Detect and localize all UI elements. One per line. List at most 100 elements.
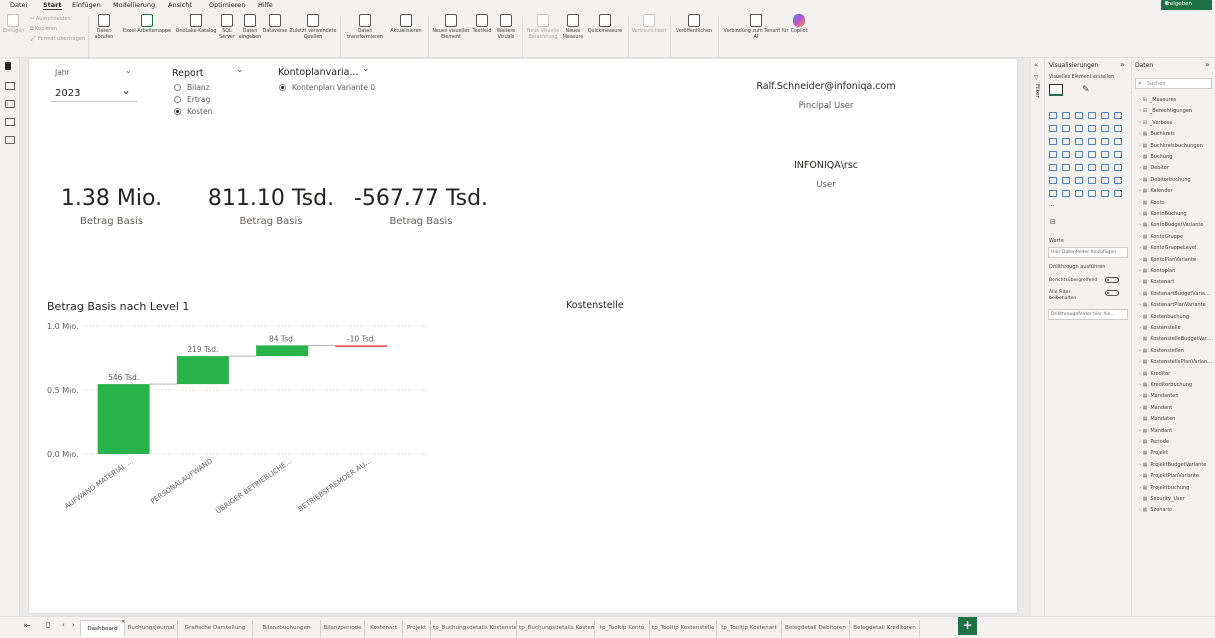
visual-type-icon[interactable] bbox=[1062, 151, 1070, 158]
jahr-dropdown[interactable]: 2023 ⌄ bbox=[51, 83, 137, 102]
data-field-item[interactable]: › ▦ Kostenbuchung bbox=[1139, 314, 1215, 320]
visual-type-icon[interactable] bbox=[1062, 138, 1070, 145]
visual-type-icon[interactable] bbox=[1101, 190, 1109, 197]
visual-type-icon[interactable] bbox=[1114, 190, 1122, 197]
data-field-item[interactable]: › ▦ KontoBuchung bbox=[1139, 211, 1215, 217]
data-field-item[interactable]: › ▦ Mandaten bbox=[1139, 416, 1215, 422]
visual-type-icon[interactable] bbox=[1062, 177, 1070, 184]
tmdl-view-icon[interactable] bbox=[5, 136, 15, 144]
page-tab[interactable]: tp_Tooltip Kostenart bbox=[717, 620, 782, 637]
data-field-item[interactable]: › ⊞ _Measures bbox=[1139, 97, 1215, 103]
visual-type-icon[interactable] bbox=[1075, 151, 1083, 158]
visual-type-icon[interactable] bbox=[1088, 190, 1096, 197]
add-page-button[interactable]: + bbox=[958, 617, 977, 635]
visual-type-icon[interactable] bbox=[1088, 164, 1096, 171]
waterfall-chart[interactable]: 0.0 Mio. 0.5 Mio. 1.0 Mio. 546 Tsd. AUFWAND … bbox=[29, 309, 429, 519]
connect-tenant-button[interactable]: Verbindung zum Tenant für AI bbox=[722, 14, 790, 40]
data-field-item[interactable]: › ▦ Mandant bbox=[1139, 428, 1215, 434]
visual-type-icon[interactable] bbox=[1114, 151, 1122, 158]
publish-button[interactable]: Veröffentlichen bbox=[674, 14, 714, 35]
page-tab[interactable]: tp_Tooltip Kostenstelle bbox=[650, 620, 717, 637]
data-field-item[interactable]: › ▦ Mandanten bbox=[1139, 393, 1215, 399]
drillthrough-drop-zone[interactable]: Drillthroughfelder hier hin... bbox=[1048, 309, 1128, 320]
data-field-item[interactable]: › ▦ ProjektPlanVariante bbox=[1139, 473, 1215, 479]
data-field-item[interactable]: › ▦ Konto bbox=[1139, 200, 1215, 206]
visual-type-icon[interactable] bbox=[1062, 112, 1070, 119]
data-field-item[interactable]: › ▦ Kreditor bbox=[1139, 371, 1215, 377]
data-field-item[interactable]: › ▦ Security_User bbox=[1139, 496, 1215, 502]
visual-type-icon[interactable] bbox=[1088, 138, 1096, 145]
page-tab[interactable]: Buchungsjournal bbox=[125, 620, 178, 637]
page-tab[interactable]: Kostenart bbox=[365, 620, 403, 637]
recent-sources-button[interactable]: Zuletzt verwendete Quellen bbox=[288, 14, 338, 40]
copilot-button[interactable]: Copilot bbox=[786, 14, 812, 35]
refresh-button[interactable]: Aktualisieren bbox=[387, 14, 425, 35]
excel-workbook-button[interactable]: Excel-Arbeitsmappe bbox=[120, 14, 174, 35]
format-visual-icon[interactable]: ✎ bbox=[1082, 85, 1090, 95]
page-tab[interactable]: tp_Buchungsdetails Kostenstelle bbox=[431, 620, 517, 637]
data-field-item[interactable]: › ▦ Kontoplan bbox=[1139, 268, 1215, 274]
visual-type-icon[interactable] bbox=[1075, 138, 1083, 145]
page-tab[interactable]: Dashboard bbox=[80, 620, 125, 637]
visual-type-icon[interactable] bbox=[1049, 125, 1057, 132]
format-painter-button[interactable]: 🖌 Format übertragen bbox=[30, 36, 85, 42]
cut-button[interactable]: ✂ Ausschneiden bbox=[30, 16, 71, 22]
radio-kontenplan-variante-0[interactable] bbox=[279, 84, 286, 91]
visual-type-icon[interactable] bbox=[1049, 190, 1057, 197]
expand-icon[interactable]: » bbox=[1120, 60, 1125, 69]
visual-type-icon[interactable] bbox=[1062, 190, 1070, 197]
visual-type-icon[interactable] bbox=[1075, 112, 1083, 119]
radio-bilanz[interactable] bbox=[174, 84, 181, 91]
menu-einfuegen[interactable]: Einfügen bbox=[72, 1, 101, 9]
copy-button[interactable]: ⧉ Kopieren bbox=[30, 26, 57, 32]
visual-type-icon[interactable] bbox=[1101, 177, 1109, 184]
filter-pane-collapsed[interactable]: « ▽ Filter bbox=[1030, 58, 1044, 616]
visual-type-icon[interactable] bbox=[1088, 177, 1096, 184]
visual-type-icon[interactable] bbox=[1101, 112, 1109, 119]
visual-type-icon[interactable] bbox=[1114, 177, 1122, 184]
visual-type-icon[interactable] bbox=[1075, 177, 1083, 184]
visual-type-icon[interactable] bbox=[1114, 112, 1122, 119]
dax-query-view-icon[interactable] bbox=[5, 118, 15, 126]
new-visual-button[interactable]: Neues visuelles Element bbox=[430, 14, 472, 40]
keep-all-filters-toggle[interactable] bbox=[1105, 290, 1119, 296]
visual-type-icon[interactable] bbox=[1062, 125, 1070, 132]
onelake-catalog-button[interactable]: OneLake-Katalog bbox=[172, 14, 220, 35]
chevron-down-icon[interactable]: ⌄ bbox=[362, 64, 370, 74]
data-field-item[interactable]: › ▦ KostenartBudgetVaria... bbox=[1139, 291, 1215, 297]
share-button[interactable]: ⇪ Freigeben ▾ bbox=[1161, 0, 1212, 10]
menu-modellierung[interactable]: Modellierung bbox=[113, 1, 155, 9]
textbox-button[interactable]: Textfeld bbox=[470, 14, 494, 35]
expand-icon[interactable]: » bbox=[1205, 60, 1210, 69]
data-field-item[interactable]: › ▦ Buchung bbox=[1139, 154, 1215, 160]
page-tab[interactable]: Projekt bbox=[403, 620, 431, 637]
collapse-tabs-icon[interactable]: ⇤ bbox=[24, 621, 31, 630]
get-data-button[interactable]: Daten abrufen bbox=[92, 14, 116, 40]
menu-start[interactable]: Start bbox=[43, 1, 62, 10]
visual-type-icon[interactable] bbox=[1049, 138, 1057, 145]
visual-type-icon[interactable] bbox=[1101, 125, 1109, 132]
visual-type-icon[interactable] bbox=[1114, 125, 1122, 132]
data-field-item[interactable]: › ▦ Debitor bbox=[1139, 165, 1215, 171]
data-field-item[interactable]: › ▦ KostenartPlanVariante bbox=[1139, 302, 1215, 308]
sensitivity-button[interactable]: Vertraulichkeit bbox=[630, 14, 668, 35]
page-tab[interactable]: Belegdetail Kreditoren bbox=[850, 620, 920, 637]
model-view-icon[interactable] bbox=[5, 100, 15, 108]
page-tab[interactable]: tp_Tooltip Konto bbox=[595, 620, 650, 637]
page-view-icon[interactable]: ▯ bbox=[46, 620, 50, 629]
quick-measure-button[interactable]: Quickmeasure bbox=[585, 14, 625, 35]
page-tab[interactable]: Bilanzbuchungen bbox=[253, 620, 321, 637]
data-field-item[interactable]: › ▦ KontoPlanVariante bbox=[1139, 257, 1215, 263]
more-visuals-button[interactable]: Weitere Visuals bbox=[494, 14, 518, 40]
visual-type-icon[interactable]: ··· bbox=[1049, 203, 1057, 210]
visual-type-icon[interactable] bbox=[1049, 164, 1057, 171]
data-field-item[interactable]: › ▦ KostenstelleBudgetVar... bbox=[1139, 336, 1215, 342]
visual-type-icon[interactable] bbox=[1075, 125, 1083, 132]
data-field-item[interactable]: › ▦ Debitorbuchung bbox=[1139, 177, 1215, 183]
visual-type-icon[interactable] bbox=[1075, 190, 1083, 197]
data-field-item[interactable]: › ▦ Kalender bbox=[1139, 188, 1215, 194]
page-tab[interactable]: tp_Buchungsdetails Kostenart bbox=[517, 620, 595, 637]
paste-button[interactable]: Einfügen bbox=[3, 14, 24, 35]
visual-type-icon[interactable] bbox=[1049, 112, 1057, 119]
data-field-item[interactable]: › ▦ Szenario bbox=[1139, 507, 1215, 513]
